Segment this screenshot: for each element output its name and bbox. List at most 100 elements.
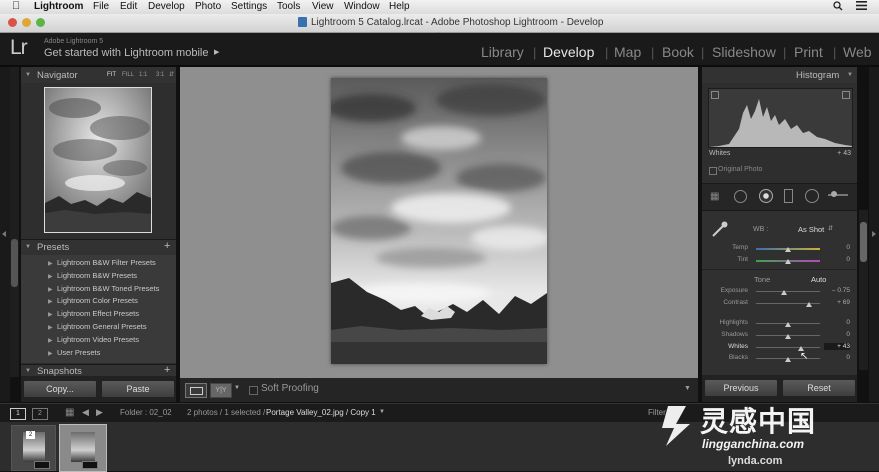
slider-handle-shadows[interactable] — [785, 334, 791, 339]
wb-select[interactable]: As Shot — [798, 225, 824, 234]
menu-app-name[interactable]: Lightroom — [34, 1, 83, 12]
presets-header[interactable]: ▼ Presets + — [21, 239, 176, 255]
slider-handle-contrast[interactable] — [806, 302, 813, 307]
slider-value-contrast[interactable]: + 69 — [824, 299, 850, 306]
slider-track-exposure[interactable] — [756, 291, 820, 292]
auto-tone-button[interactable]: Auto — [811, 275, 826, 284]
toolbar-menu-icon[interactable]: ▼ — [684, 385, 691, 392]
histogram-graph[interactable] — [708, 88, 853, 148]
preset-folder[interactable]: Lightroom General Presets — [57, 322, 147, 331]
slider-handle-blacks[interactable] — [785, 357, 791, 362]
navigator-thumbnail[interactable] — [44, 87, 152, 233]
right-scrollbar-thumb[interactable] — [860, 222, 867, 262]
preset-folder[interactable]: Lightroom B&W Filter Presets — [57, 258, 156, 267]
expand-triangle-icon[interactable]: ▶ — [48, 337, 53, 344]
folder-source-label[interactable]: Folder : 02_02 — [120, 408, 172, 417]
navigator-header[interactable]: ▼ Navigator FIT FILL 1:1 3:1 ⇵ — [21, 67, 176, 83]
slider-value-whites[interactable]: + 43 — [824, 343, 850, 350]
crop-overlay-icon[interactable]: ▦ — [710, 191, 719, 202]
menu-tools[interactable]: Tools — [277, 1, 300, 12]
copy-settings-button[interactable]: Copy... — [23, 380, 97, 398]
module-book[interactable]: Book — [662, 44, 694, 60]
right-panel-toggle-icon[interactable] — [872, 231, 876, 237]
collapse-triangle-icon[interactable]: ▼ — [25, 368, 31, 374]
close-window-icon[interactable] — [8, 18, 17, 27]
shadow-clipping-icon[interactable] — [711, 91, 719, 99]
selected-filename[interactable]: Portage Valley_02.jpg / Copy 1 — [266, 408, 376, 417]
menu-file[interactable]: File — [93, 1, 109, 12]
slider-value-tint[interactable]: 0 — [824, 256, 850, 263]
expand-triangle-icon[interactable]: ▶ — [48, 286, 53, 293]
grid-view-icon[interactable]: ▦ — [65, 407, 74, 418]
soft-proofing-checkbox[interactable] — [249, 386, 258, 395]
original-photo-checkbox[interactable] — [709, 167, 717, 175]
forward-arrow-icon[interactable]: ▶ — [96, 407, 103, 418]
collapse-triangle-icon[interactable]: ▼ — [25, 72, 31, 78]
zoom-window-icon[interactable] — [36, 18, 45, 27]
module-map[interactable]: Map — [614, 44, 641, 60]
graduated-filter-icon[interactable] — [784, 189, 793, 203]
left-panel-scrollbar[interactable] — [10, 67, 19, 377]
notification-center-icon[interactable] — [856, 1, 867, 13]
expand-triangle-icon[interactable]: ▶ — [48, 298, 53, 305]
preset-folder[interactable]: Lightroom Color Presets — [57, 296, 138, 305]
preset-folder[interactable]: Lightroom Effect Presets — [57, 309, 139, 318]
module-library[interactable]: Library — [481, 44, 524, 60]
minimize-window-icon[interactable] — [22, 18, 31, 27]
menu-settings[interactable]: Settings — [231, 1, 267, 12]
slider-value-exposure[interactable]: – 0.75 — [824, 287, 850, 294]
spotlight-search-icon[interactable] — [833, 1, 843, 14]
paste-settings-button[interactable]: Paste — [101, 380, 175, 398]
expand-triangle-icon[interactable]: ▶ — [48, 350, 53, 357]
white-balance-eyedropper-icon[interactable] — [711, 220, 729, 243]
slider-handle-highlights[interactable] — [785, 322, 791, 327]
loupe-view-icon[interactable] — [185, 383, 207, 398]
expand-triangle-icon[interactable]: ▶ — [48, 324, 53, 331]
slider-value-temp[interactable]: 0 — [824, 244, 850, 251]
zoom-fill[interactable]: FILL — [122, 72, 134, 78]
slider-value-shadows[interactable]: 0 — [824, 331, 850, 338]
red-eye-correction-icon[interactable] — [759, 189, 773, 203]
preset-folder[interactable]: Lightroom Video Presets — [57, 335, 139, 344]
collapse-triangle-icon[interactable]: ▼ — [25, 244, 31, 250]
filename-dropdown-icon[interactable]: ▼ — [379, 409, 385, 415]
main-photo[interactable] — [331, 78, 547, 364]
module-develop[interactable]: Develop — [543, 44, 594, 60]
add-snapshot-button[interactable]: + — [164, 365, 170, 376]
wb-dropdown-icon[interactable]: ⇵ — [828, 225, 833, 232]
back-arrow-icon[interactable]: ◀ — [82, 407, 89, 418]
apple-icon[interactable]:  — [12, 0, 20, 12]
spot-removal-icon[interactable] — [734, 190, 747, 203]
main-screen-button[interactable]: 1 — [10, 408, 26, 420]
expand-triangle-icon[interactable]: ▶ — [48, 260, 53, 267]
slider-value-blacks[interactable]: 0 — [824, 354, 850, 361]
reset-button[interactable]: Reset — [782, 379, 856, 397]
zoom-3-1[interactable]: 3:1 — [156, 72, 164, 78]
menu-photo[interactable]: Photo — [195, 1, 221, 12]
tagline-arrow-icon[interactable]: ▶ — [214, 48, 219, 56]
menu-develop[interactable]: Develop — [148, 1, 185, 12]
slider-handle-exposure[interactable] — [781, 290, 788, 295]
module-slideshow[interactable]: Slideshow — [712, 44, 776, 60]
module-print[interactable]: Print — [794, 44, 823, 60]
highlight-clipping-icon[interactable] — [842, 91, 850, 99]
preset-folder[interactable]: User Presets — [57, 348, 100, 357]
expand-triangle-icon[interactable]: ▶ — [48, 311, 53, 318]
preset-folder[interactable]: Lightroom B&W Presets — [57, 271, 137, 280]
module-web[interactable]: Web — [843, 44, 872, 60]
menu-edit[interactable]: Edit — [120, 1, 137, 12]
left-scrollbar-thumb[interactable] — [11, 239, 18, 287]
preset-folder[interactable]: Lightroom B&W Toned Presets — [57, 284, 159, 293]
radial-filter-icon[interactable] — [805, 189, 819, 203]
slider-handle-tint[interactable] — [785, 259, 791, 264]
left-panel-toggle-icon[interactable] — [2, 231, 6, 237]
view-dropdown-icon[interactable]: ▼ — [234, 385, 240, 391]
second-screen-button[interactable]: 2 — [32, 408, 48, 420]
filmstrip-thumb-selected[interactable] — [59, 424, 107, 472]
collapse-triangle-icon[interactable]: ▼ — [847, 72, 853, 78]
mobile-tagline[interactable]: Get started with Lightroom mobile — [44, 47, 208, 59]
slider-handle-temp[interactable] — [785, 247, 791, 252]
zoom-1-1[interactable]: 1:1 — [139, 72, 147, 78]
filmstrip-thumb[interactable]: 2 — [11, 425, 56, 471]
histogram-header[interactable]: Histogram ▼ — [702, 67, 857, 83]
